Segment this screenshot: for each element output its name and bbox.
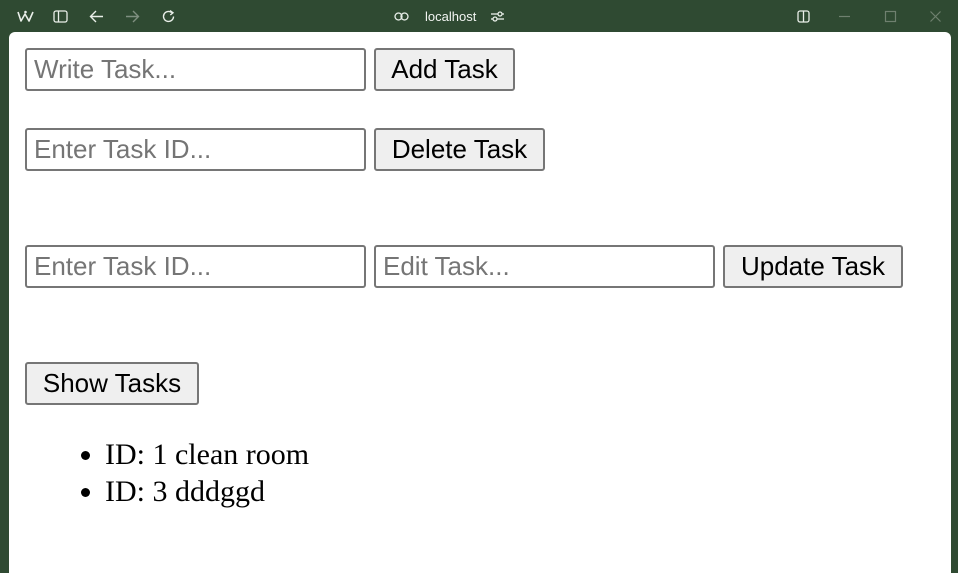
update-task-id-input[interactable]: [25, 245, 366, 288]
maximize-icon[interactable]: [882, 8, 899, 25]
edit-task-input[interactable]: [374, 245, 715, 288]
back-icon[interactable]: [88, 8, 105, 25]
close-icon[interactable]: [927, 8, 944, 25]
show-tasks-button[interactable]: Show Tasks: [25, 362, 199, 405]
delete-task-button[interactable]: Delete Task: [374, 128, 545, 171]
page-content: Add Task Delete Task Update Task Show Ta…: [9, 32, 951, 573]
link-icon: [393, 8, 410, 25]
browser-titlebar: localhost: [0, 0, 958, 32]
address-bar-url[interactable]: localhost: [425, 8, 476, 25]
add-task-button[interactable]: Add Task: [374, 48, 515, 91]
site-settings-icon[interactable]: [489, 8, 506, 25]
app-logo-icon[interactable]: [17, 8, 34, 25]
sidebar-toggle-icon[interactable]: [52, 8, 69, 25]
minimize-icon[interactable]: [836, 8, 853, 25]
split-view-icon[interactable]: [795, 8, 812, 25]
task-list-item: ID: 1 clean room: [105, 436, 309, 473]
forward-icon[interactable]: [124, 8, 141, 25]
task-list: ID: 1 clean room ID: 3 dddggd: [65, 436, 309, 510]
reload-icon[interactable]: [160, 8, 177, 25]
update-task-button[interactable]: Update Task: [723, 245, 903, 288]
delete-task-id-input[interactable]: [25, 128, 366, 171]
write-task-input[interactable]: [25, 48, 366, 91]
task-list-item: ID: 3 dddggd: [105, 473, 309, 510]
